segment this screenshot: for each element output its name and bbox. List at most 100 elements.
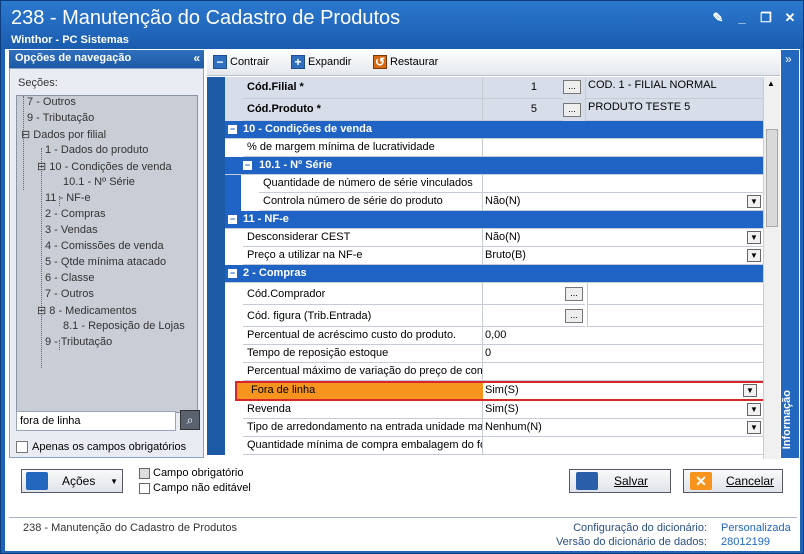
tree-item[interactable]: 9 - Tributação bbox=[27, 112, 94, 124]
scroll-up-icon[interactable]: ▲ bbox=[767, 79, 775, 88]
preco-select[interactable]: Bruto(B) ▼ bbox=[483, 247, 763, 265]
collapse-icon[interactable]: − bbox=[228, 125, 237, 134]
qtd-serie-input[interactable] bbox=[483, 175, 763, 193]
margem-input[interactable] bbox=[483, 139, 763, 157]
actions-icon bbox=[26, 472, 48, 490]
tree-item[interactable]: 3 - Vendas bbox=[45, 224, 98, 236]
filial-input[interactable]: 1 bbox=[483, 77, 563, 99]
field-label: Tempo de reposição estoque bbox=[243, 345, 483, 363]
chevron-down-icon[interactable]: ▼ bbox=[747, 231, 761, 244]
restore-button[interactable]: ↺ Restaurar bbox=[373, 55, 438, 69]
acresc-input[interactable]: 0,00 bbox=[483, 327, 763, 345]
collapse-icon[interactable]: − bbox=[228, 215, 237, 224]
field-label: Revenda bbox=[243, 401, 483, 419]
lookup-button[interactable]: ... bbox=[565, 287, 583, 301]
dropdown-arrow-icon[interactable]: ▼ bbox=[110, 477, 118, 486]
fora-linha-select[interactable]: Sim(S) ▼ bbox=[483, 383, 759, 399]
search-input[interactable]: fora de linha bbox=[16, 411, 176, 431]
tree-item[interactable]: ⊟ Dados por filial bbox=[21, 128, 106, 141]
comprador-description bbox=[587, 283, 763, 305]
grid-category[interactable]: −10.1 - Nº Série bbox=[207, 157, 763, 175]
figura-description bbox=[587, 305, 763, 327]
field-label: Tipo de arredondamento na entrada unidad… bbox=[243, 419, 483, 437]
ctrl-serie-select[interactable]: Não(N) ▼ bbox=[483, 193, 763, 211]
search-icon[interactable]: ⌕ bbox=[180, 410, 200, 430]
grid-category[interactable]: −10 - Condições de venda bbox=[207, 121, 763, 139]
info-tab-label: Informação bbox=[781, 390, 793, 450]
collapse-icon[interactable]: ⊟ bbox=[21, 129, 33, 141]
tree-item[interactable]: 10.1 - Nº Série bbox=[63, 176, 135, 188]
qtdmin-input[interactable] bbox=[483, 437, 763, 455]
tree-item[interactable]: 4 - Comissões de venda bbox=[45, 240, 164, 252]
lookup-button[interactable]: ... bbox=[563, 103, 581, 117]
close-button[interactable]: ✕ bbox=[783, 11, 797, 25]
grid-category[interactable]: −2 - Compras bbox=[207, 265, 763, 283]
only-required-checkbox[interactable] bbox=[16, 441, 28, 453]
minimize-button[interactable]: _ bbox=[735, 11, 749, 25]
repos-input[interactable]: 0 bbox=[483, 345, 763, 363]
varia-input[interactable] bbox=[483, 363, 763, 381]
collapse-button[interactable]: − Contrair bbox=[213, 55, 269, 69]
revenda-select[interactable]: Sim(S) ▼ bbox=[483, 401, 763, 419]
info-side-tab[interactable]: » Informação bbox=[781, 50, 799, 458]
double-chevron-right-icon[interactable]: » bbox=[785, 52, 792, 66]
field-label: Cód.Filial * bbox=[243, 77, 483, 99]
tree-item[interactable]: ⊟ 10 - Condições de venda bbox=[37, 160, 172, 173]
tree-item[interactable]: 11 - NF-e bbox=[45, 192, 91, 204]
chevron-down-icon[interactable]: ▼ bbox=[747, 403, 761, 416]
nav-panel: Seções: 7 - Outros 9 - Tributação ⊟ Dado… bbox=[9, 68, 204, 458]
produto-input[interactable]: 5 bbox=[483, 99, 563, 121]
tree-item[interactable]: 6 - Classe bbox=[45, 272, 95, 284]
tree-item[interactable]: 9 - Tributação bbox=[45, 336, 112, 348]
lookup-button[interactable]: ... bbox=[563, 80, 581, 94]
save-icon bbox=[576, 472, 598, 490]
grid-row-highlighted: Fora de linha Sim(S) ▼ bbox=[207, 381, 763, 401]
cest-select[interactable]: Não(N) ▼ bbox=[483, 229, 763, 247]
legend-required-label: Campo obrigatório bbox=[153, 467, 244, 479]
double-chevron-left-icon[interactable]: « bbox=[193, 51, 200, 65]
field-label: Fora de linha bbox=[237, 383, 483, 399]
field-label: Quantidade de número de série vinculados bbox=[259, 175, 483, 193]
edit-icon[interactable]: ✎ bbox=[711, 11, 725, 25]
legend-noneditable-label: Campo não editável bbox=[153, 482, 251, 494]
expand-button[interactable]: + Expandir bbox=[291, 55, 351, 69]
nav-panel-title: Opções de navegação bbox=[15, 52, 132, 64]
tree-item[interactable]: 7 - Outros bbox=[27, 96, 76, 108]
restore-window-button[interactable]: ❐ bbox=[759, 11, 773, 25]
chevron-down-icon[interactable]: ▼ bbox=[747, 249, 761, 262]
tree-item[interactable]: 5 - Qtde mínima atacado bbox=[45, 256, 166, 268]
window-title: 238 - Manutenção do Cadastro de Produtos bbox=[11, 7, 401, 29]
tree-item[interactable]: 8.1 - Reposição de Lojas bbox=[63, 320, 185, 332]
arred-select[interactable]: Nenhum(N) ▼ bbox=[483, 419, 763, 437]
chevron-down-icon[interactable]: ▼ bbox=[747, 195, 761, 208]
grid-row: Cód.Filial * 1 ... COD. 1 - FILIAL NORMA… bbox=[207, 77, 763, 99]
cancel-button[interactable]: ✕ Cancelar bbox=[683, 469, 783, 493]
collapse-icon[interactable]: ⊟ bbox=[37, 305, 49, 317]
version-value: 28012199 bbox=[721, 536, 770, 548]
close-icon: ✕ bbox=[690, 472, 712, 490]
grid-row: Percentual máximo de variação do preço d… bbox=[207, 363, 763, 381]
tree-item[interactable]: ⊟ 8 - Medicamentos bbox=[37, 304, 137, 317]
actions-button[interactable]: Ações ▼ bbox=[21, 469, 123, 493]
grid-row: Desconsiderar CEST Não(N) ▼ bbox=[207, 229, 763, 247]
nav-panel-header: Opções de navegação « bbox=[9, 50, 204, 68]
tree-item[interactable]: 1 - Dados do produto bbox=[45, 144, 148, 156]
field-label: Cód.Produto * bbox=[243, 99, 483, 121]
restore-icon: ↺ bbox=[373, 55, 387, 69]
scrollbar-thumb[interactable] bbox=[766, 129, 778, 227]
save-button[interactable]: Salvar bbox=[569, 469, 671, 493]
filial-description: COD. 1 - FILIAL NORMAL bbox=[585, 77, 763, 99]
lookup-button[interactable]: ... bbox=[565, 309, 583, 323]
field-label: Controla número de série do produto bbox=[259, 193, 483, 211]
chevron-down-icon[interactable]: ▼ bbox=[743, 384, 757, 397]
collapse-icon[interactable]: − bbox=[243, 161, 252, 170]
chevron-down-icon[interactable]: ▼ bbox=[747, 421, 761, 434]
collapse-icon[interactable]: ⊟ bbox=[37, 161, 49, 173]
collapse-icon[interactable]: − bbox=[228, 269, 237, 278]
grid-row: Preço a utilizar na NF-e Bruto(B) ▼ bbox=[207, 247, 763, 265]
tree-item[interactable]: 2 - Compras bbox=[45, 208, 106, 220]
vertical-scrollbar[interactable]: ▲ bbox=[763, 77, 780, 459]
sections-label: Seções: bbox=[18, 77, 58, 89]
grid-category[interactable]: −11 - NF-e bbox=[207, 211, 763, 229]
tree-item[interactable]: 7 - Outros bbox=[45, 288, 94, 300]
